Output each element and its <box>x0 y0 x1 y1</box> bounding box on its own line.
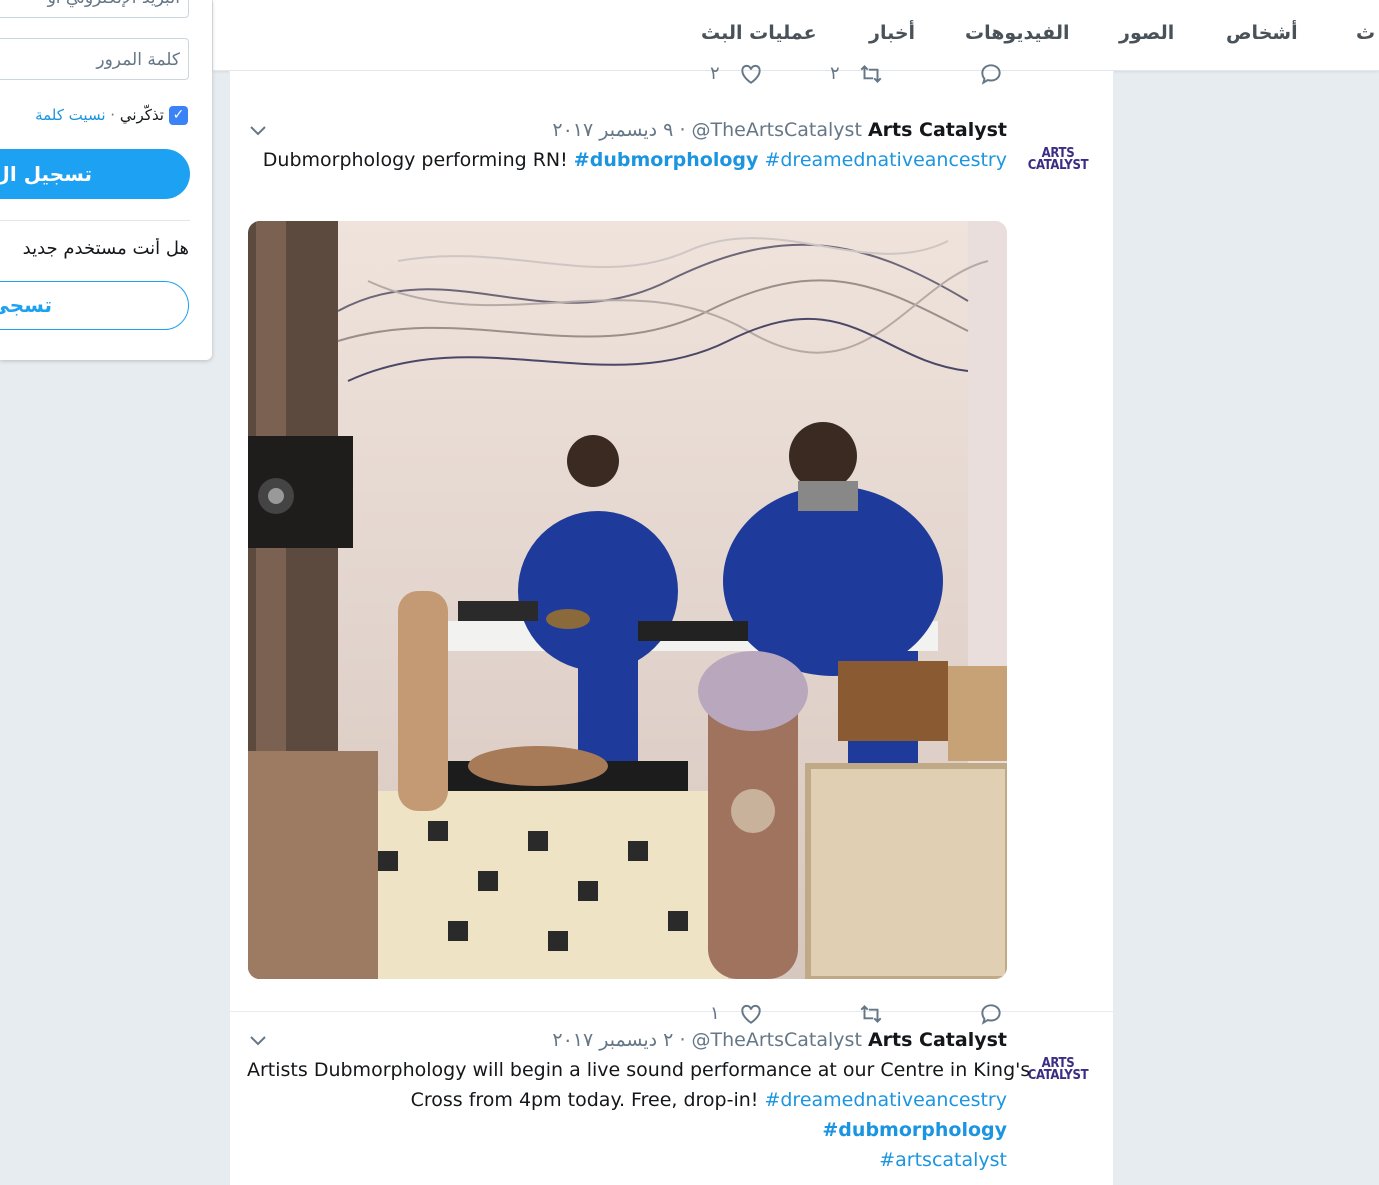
login-card: البريد الإلكتروني أو كلمة المرور ✓ تذكّر… <box>0 0 212 360</box>
tweet[interactable]: ARTS CATALYST ٢ ديسمبر ٢٠١٧ · @TheArtsCa… <box>230 1011 1113 1185</box>
hashtag-link[interactable]: #artscatalyst <box>879 1149 1007 1171</box>
chevron-down-icon[interactable] <box>248 1031 268 1051</box>
tweet-separator: · <box>679 119 686 141</box>
new-user-text: هل أنت مستخدم جديد <box>22 238 189 259</box>
tweet-author-name[interactable]: Arts Catalyst <box>868 1029 1007 1051</box>
forgot-password-link[interactable]: نسيت كلمة <box>35 106 105 124</box>
login-button[interactable]: تسجيل ال <box>0 149 190 199</box>
tweet-date[interactable]: ٢ ديسمبر ٢٠١٧ <box>552 1029 673 1051</box>
password-field[interactable]: كلمة المرور <box>0 38 189 80</box>
tweet-author-name[interactable]: Arts Catalyst <box>868 119 1007 141</box>
avatar[interactable]: ARTS CATALYST <box>1027 129 1089 191</box>
nav-item-top[interactable]: ث <box>1356 22 1375 44</box>
like-icon[interactable] <box>738 61 764 87</box>
hashtag-link[interactable]: #dreamednativeancestry <box>764 149 1007 171</box>
tweet-date[interactable]: ٩ ديسمبر ٢٠١٧ <box>552 119 673 141</box>
tweet-handle[interactable]: @TheArtsCatalyst <box>692 119 862 141</box>
nav-item-news[interactable]: أخبار <box>869 22 915 44</box>
hashtag-link[interactable]: #dubmorphology <box>822 1119 1007 1141</box>
remember-label: تذكّرني <box>119 106 164 124</box>
performance-photo <box>248 221 1007 979</box>
tweet-separator: · <box>679 1029 686 1051</box>
retweet-count: ٢ <box>830 63 840 84</box>
tweet-handle[interactable]: @TheArtsCatalyst <box>692 1029 862 1051</box>
avatar-text: CATALYST <box>1027 158 1089 173</box>
like-count: ٢ <box>710 63 720 84</box>
tweet-body-line: Artists Dubmorphology will begin a live … <box>247 1059 1031 1081</box>
avatar-text: CATALYST <box>1027 1068 1089 1083</box>
previous-tweet-actions: ٢ ٢ <box>230 61 1113 91</box>
tweet-header: ٢ ديسمبر ٢٠١٧ · @TheArtsCatalyst Arts Ca… <box>552 1029 1007 1051</box>
tweet-text: Dubmorphology performing RN! #dubmorphol… <box>263 145 1007 175</box>
remember-row: تذكّرني · نسيت كلمة <box>0 104 190 128</box>
nav-item-videos[interactable]: الفيديوهات <box>965 22 1070 44</box>
nav-item-broadcasts[interactable]: عمليات البث <box>701 22 817 44</box>
divider <box>0 220 190 221</box>
nav-item-people[interactable]: أشخاص <box>1226 22 1298 44</box>
signup-button[interactable]: تسجي <box>0 281 189 330</box>
hashtag-link[interactable]: #dreamednativeancestry <box>764 1089 1007 1111</box>
timeline: ٢ ٢ ARTS CATALYST ٩ ديسمبر ٢٠١٧ · @TheAr… <box>229 63 1114 1185</box>
retweet-icon[interactable] <box>858 61 884 87</box>
avatar[interactable]: ARTS CATALYST <box>1027 1039 1089 1101</box>
reply-icon[interactable] <box>978 61 1004 87</box>
separator: · <box>110 106 116 124</box>
email-field[interactable]: البريد الإلكتروني أو <box>0 0 189 18</box>
tweet-header: ٩ ديسمبر ٢٠١٧ · @TheArtsCatalyst Arts Ca… <box>552 119 1007 141</box>
tweet-body: Dubmorphology performing RN! <box>262 149 568 171</box>
tweet-photo[interactable] <box>248 221 1007 979</box>
hashtag-link[interactable]: #dubmorphology <box>574 149 759 171</box>
tweet-text: Artists Dubmorphology will begin a live … <box>247 1055 1031 1175</box>
tweet-body-line: Cross from 4pm today. Free, drop-in! <box>410 1089 759 1111</box>
nav-item-photos[interactable]: الصور <box>1119 22 1174 44</box>
chevron-down-icon[interactable] <box>248 121 268 141</box>
tweet[interactable]: ARTS CATALYST ٩ ديسمبر ٢٠١٧ · @TheArtsCa… <box>230 101 1113 1025</box>
